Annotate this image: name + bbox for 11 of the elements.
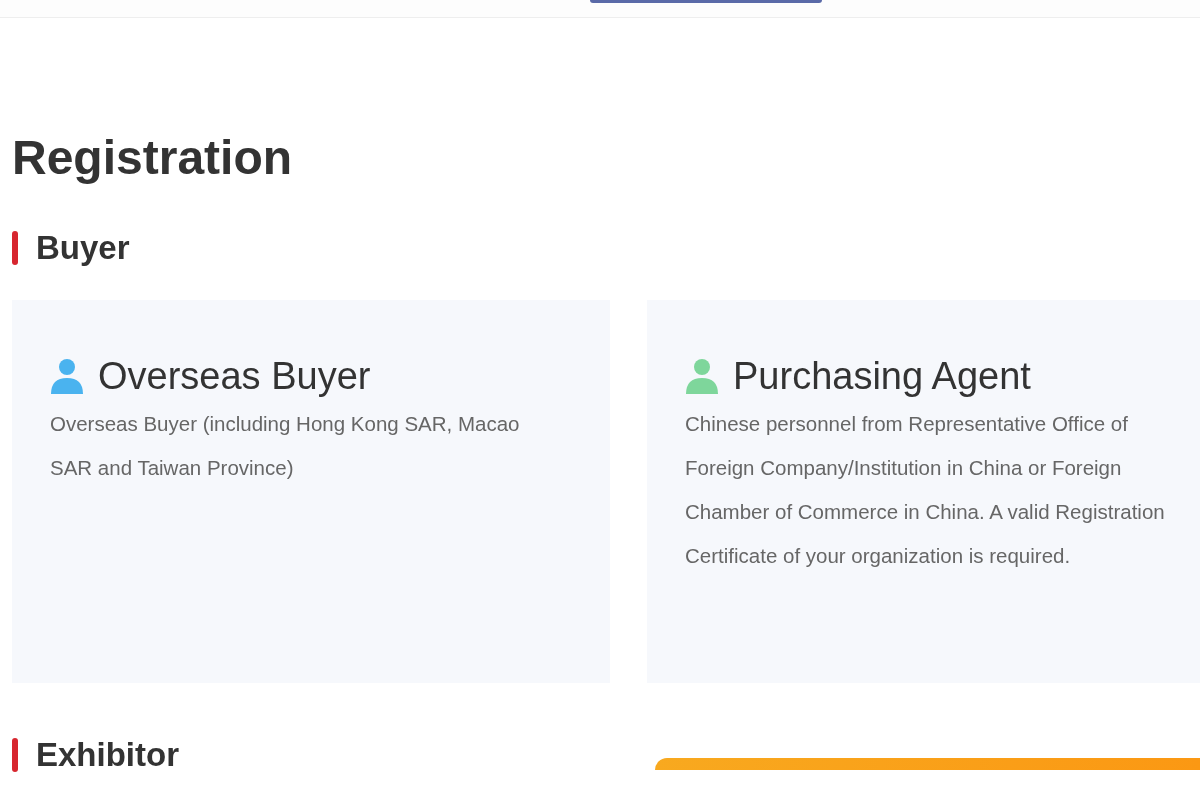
card-description: Overseas Buyer (including Hong Kong SAR, Macao SAR and Taiwan Province)	[50, 411, 521, 481]
accent-bar	[12, 231, 18, 265]
registration-card[interactable]: Overseas Buyer Overseas Buyer (including Hong Kong SAR, Macao SAR and Taiwan Province)	[12, 300, 610, 683]
section-title: Exhibitor	[36, 735, 179, 775]
card-description: Chinese personnel from Representative Office of Foreign Company/Institution in China or Foreign Chamber of Commerce in China. A valid Registration Certificate of your organization is required.	[685, 411, 1166, 569]
registration-card[interactable]	[647, 300, 1200, 683]
card-title: Purchasing Agent	[733, 354, 1031, 399]
card-title: Overseas Buyer	[98, 354, 371, 399]
page-title: Registration	[12, 130, 294, 186]
section-title: Buyer	[36, 228, 130, 268]
accent-bar	[12, 738, 18, 772]
